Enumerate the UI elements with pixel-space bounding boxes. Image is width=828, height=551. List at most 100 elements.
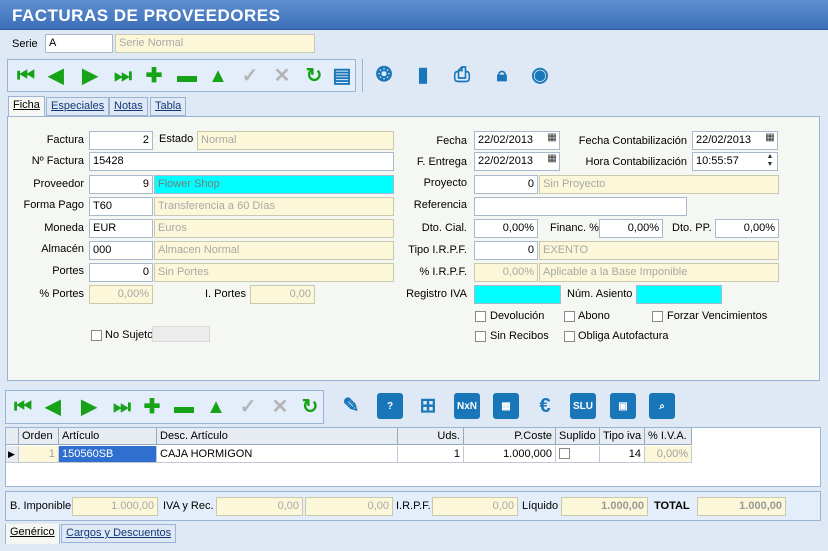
col-pcoste[interactable]: P.Coste	[464, 428, 556, 445]
tab-especiales[interactable]: Especiales	[46, 97, 110, 116]
proveedor-name: Flower Shop	[154, 175, 394, 194]
col-desc-articulo[interactable]: Desc. Artículo	[157, 428, 398, 445]
detail-next-icon[interactable]: ▶	[77, 395, 101, 419]
transport-icon[interactable]: ▣	[610, 393, 636, 419]
prev-record-icon[interactable]: ◀	[44, 64, 68, 88]
fecha-contab-calendar-icon[interactable]: ▦	[763, 132, 777, 149]
tab-cargos-descuentos[interactable]: Cargos y Descuentos	[61, 524, 177, 543]
detail-refresh-icon[interactable]: ↻	[298, 395, 322, 419]
tab-notas[interactable]: Notas	[109, 97, 148, 116]
confirm-icon[interactable]: ✓	[238, 64, 262, 88]
detail-last-icon[interactable]: ⏭	[110, 395, 134, 419]
lock-icon[interactable]: 🔒︎	[490, 63, 514, 87]
col-tipo-iva[interactable]: Tipo iva	[600, 428, 645, 445]
edit-icon[interactable]: ✎	[339, 394, 363, 418]
exit-door-icon[interactable]: ▮	[411, 63, 435, 87]
search-doc-icon[interactable]: ⌕	[649, 393, 675, 419]
portes-description: Sin Portes	[154, 263, 394, 282]
euro-document-icon[interactable]: €	[533, 394, 557, 418]
tab-ficha[interactable]: Ficha	[8, 96, 45, 117]
slu-icon[interactable]: SLU	[570, 393, 596, 419]
cancel-icon[interactable]: ✕	[270, 64, 294, 88]
moneda-input[interactable]: EUR	[89, 219, 153, 238]
num-asiento-field[interactable]	[636, 285, 722, 304]
cell-suplido[interactable]	[556, 446, 600, 463]
printer-icon[interactable]: ⎙	[450, 63, 474, 87]
f-entrega-label: F. Entrega	[416, 156, 467, 168]
fecha-calendar-icon[interactable]: ▦	[545, 132, 559, 149]
up-icon[interactable]: ▲	[206, 64, 230, 88]
detail-nav-toolbar: ⏮ ◀ ▶ ⏭ ✚ ▬ ▲ ✓ ✕ ↻	[5, 390, 324, 424]
help-icon[interactable]: ?	[377, 393, 403, 419]
obliga-autofactura-checkbox[interactable]	[564, 331, 575, 342]
no-sujeto-checkbox[interactable]	[91, 330, 102, 341]
dto-cial-input[interactable]: 0,00%	[474, 219, 538, 238]
detail-confirm-icon[interactable]: ✓	[236, 395, 260, 419]
no-sujeto-field	[152, 326, 210, 342]
financ-input[interactable]: 0,00%	[599, 219, 663, 238]
tipo-irpf-input[interactable]: 0	[474, 241, 538, 260]
euro-icon[interactable]: ◉	[528, 63, 552, 87]
irpf-total-field: 0,00	[432, 497, 518, 516]
tab-tabla[interactable]: Tabla	[150, 97, 187, 116]
delete-record-icon[interactable]: ▬	[175, 64, 199, 88]
calculator-icon[interactable]: ▦	[493, 393, 519, 419]
detail-first-icon[interactable]: ⏮	[11, 395, 35, 419]
forma-pago-input[interactable]: T60	[89, 197, 153, 216]
title-bar: FACTURAS DE PROVEEDORES	[0, 0, 828, 30]
num-factura-input[interactable]: 15428	[89, 152, 394, 171]
tipo-irpf-description: EXENTO	[539, 241, 779, 260]
detail-prev-icon[interactable]: ◀	[41, 395, 65, 419]
devolucion-checkbox[interactable]	[475, 311, 486, 322]
registro-iva-field[interactable]	[474, 285, 561, 304]
forzar-vencimientos-checkbox[interactable]	[652, 311, 663, 322]
col-pct-iva[interactable]: % I.V.A.	[645, 428, 692, 445]
f-entrega-calendar-icon[interactable]: ▦	[545, 153, 559, 170]
suplido-checkbox[interactable]	[559, 448, 570, 459]
col-articulo[interactable]: Artículo	[59, 428, 157, 445]
estado-label: Estado	[159, 133, 194, 145]
add-record-icon[interactable]: ✚	[142, 64, 166, 88]
cell-tipo-iva[interactable]: 14	[600, 446, 645, 463]
cell-uds[interactable]: 1	[398, 446, 464, 463]
registro-iva-label: Registro IVA	[406, 288, 467, 300]
referencia-input[interactable]	[474, 197, 687, 216]
portes-input[interactable]: 0	[89, 263, 153, 282]
detail-grid: Orden Artículo Desc. Artículo Uds. P.Cos…	[5, 427, 821, 487]
tab-generico[interactable]: Genérico	[5, 524, 60, 544]
nxn-icon[interactable]: NxN	[454, 393, 480, 419]
base-imponible-label: B. Imponible	[10, 500, 72, 512]
irpf-total-label: I.R.P.F.	[396, 500, 431, 512]
abono-checkbox[interactable]	[564, 311, 575, 322]
referencia-label: Referencia	[413, 199, 467, 211]
detail-delete-icon[interactable]: ▬	[172, 395, 196, 419]
col-orden[interactable]: Orden	[19, 428, 59, 445]
base-imponible-field: 1.000,00	[72, 497, 158, 516]
list-icon[interactable]: ▤	[330, 64, 354, 88]
detail-add-icon[interactable]: ✚	[140, 395, 164, 419]
cell-desc-articulo[interactable]: CAJA HORMIGON	[157, 446, 398, 463]
forma-pago-label: Forma Pago	[23, 199, 84, 211]
detail-up-icon[interactable]: ▲	[204, 395, 228, 419]
col-uds[interactable]: Uds.	[398, 428, 464, 445]
last-record-icon[interactable]: ⏭	[111, 64, 135, 88]
detail-cancel-icon[interactable]: ✕	[268, 395, 292, 419]
hierarchy-icon[interactable]: ⊞	[416, 394, 440, 418]
col-suplido[interactable]: Suplido	[556, 428, 600, 445]
network-icon[interactable]: ❂	[372, 63, 396, 87]
hora-spinner-icon[interactable]: ▲ ▼	[763, 153, 777, 170]
row-indicator-icon: ▶	[6, 446, 19, 463]
serie-input[interactable]: A	[45, 34, 113, 53]
proveedor-input[interactable]: 9	[89, 175, 153, 194]
almacen-input[interactable]: 000	[89, 241, 153, 260]
proyecto-input[interactable]: 0	[474, 175, 538, 194]
sin-recibos-checkbox[interactable]	[475, 331, 486, 342]
cell-pcoste[interactable]: 1.000,000	[464, 446, 556, 463]
refresh-icon[interactable]: ↻	[302, 64, 326, 88]
dto-pp-input[interactable]: 0,00%	[715, 219, 779, 238]
first-record-icon[interactable]: ⏮	[14, 64, 38, 88]
factura-input[interactable]: 2	[89, 131, 153, 150]
cell-articulo[interactable]: 150560SB	[59, 446, 157, 463]
forzar-vencimientos-label: Forzar Vencimientos	[667, 310, 768, 322]
next-record-icon[interactable]: ▶	[78, 64, 102, 88]
